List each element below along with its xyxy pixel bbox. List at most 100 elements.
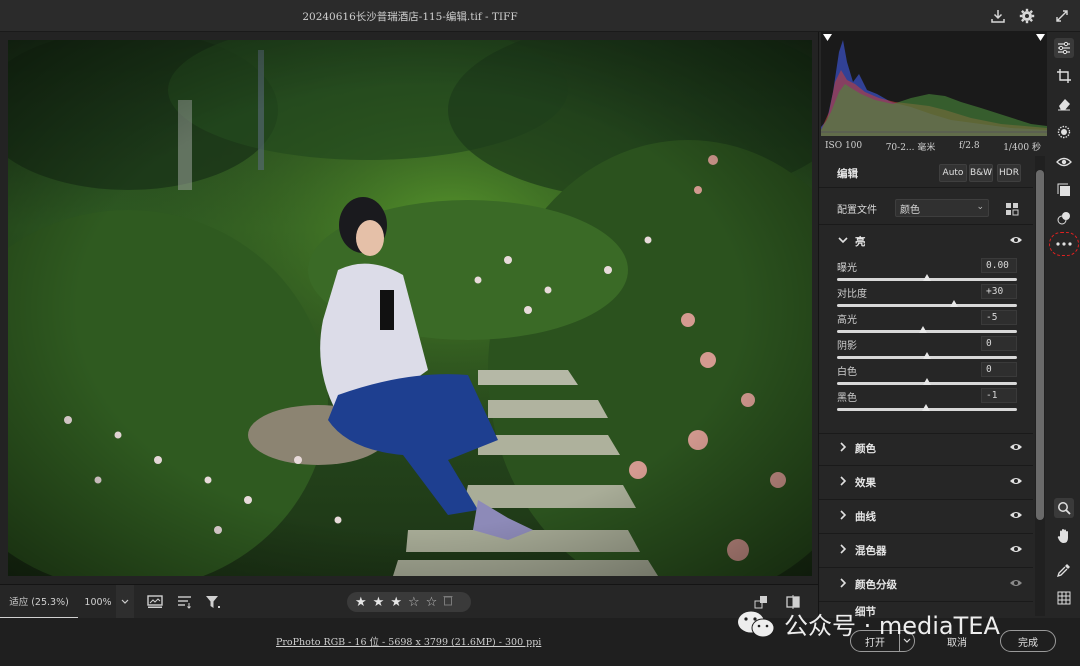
- slider-label: 黑色: [837, 393, 857, 404]
- camera-info: ISO 100 70-2... 毫米 f/2.8 1/400 秒: [819, 136, 1047, 156]
- zoom-fit-button[interactable]: 适应 (25.3%): [0, 585, 78, 619]
- slider-value-input[interactable]: -1: [981, 388, 1017, 403]
- section-curve[interactable]: 曲线: [819, 500, 1033, 534]
- highlights-slider[interactable]: 高光 -5: [837, 310, 1017, 337]
- slider-value-input[interactable]: 0: [981, 336, 1017, 351]
- gear-icon[interactable]: [1017, 6, 1037, 26]
- eye-icon[interactable]: [1009, 442, 1023, 452]
- slider-value-input[interactable]: 0.00: [981, 258, 1017, 273]
- trash-icon[interactable]: [443, 594, 453, 610]
- star-2[interactable]: ★: [373, 595, 385, 610]
- chevron-down-icon: [121, 599, 129, 604]
- section-effects[interactable]: 效果: [819, 466, 1033, 500]
- section-label: 颜色分级: [855, 579, 897, 591]
- canvas-toolbar: 适应 (25.3%) 100% ★ ★ ★ ☆ ☆: [0, 584, 818, 619]
- zoom-100-button[interactable]: 100%: [80, 585, 116, 619]
- section-label: 曲线: [855, 511, 876, 523]
- wechat-icon: [738, 611, 775, 637]
- contrast-slider[interactable]: 对比度 +30: [837, 284, 1017, 311]
- zoom-dropdown[interactable]: [116, 585, 134, 619]
- exposure-slider[interactable]: 曝光 0.00: [837, 258, 1017, 285]
- slider-thumb[interactable]: [918, 326, 927, 333]
- iso-value: ISO 100: [825, 141, 863, 151]
- eye-icon[interactable]: [1009, 476, 1023, 486]
- star-rating[interactable]: ★ ★ ★ ☆ ☆: [347, 592, 471, 612]
- eye-icon[interactable]: [1009, 578, 1023, 588]
- section-color[interactable]: 颜色: [819, 432, 1033, 466]
- slider-label: 阴影: [837, 341, 857, 352]
- slider-label: 曝光: [837, 263, 857, 274]
- slider-thumb[interactable]: [923, 378, 931, 385]
- image-canvas[interactable]: [0, 32, 818, 584]
- slider-thumb[interactable]: [922, 404, 931, 411]
- filmstrip-icon[interactable]: [146, 593, 164, 611]
- slider-value-input[interactable]: 0: [981, 362, 1017, 377]
- zoom-icon[interactable]: [1054, 498, 1074, 518]
- slider-thumb[interactable]: [923, 274, 931, 281]
- lens-value: 70-2... 毫米: [885, 142, 936, 153]
- auto-button[interactable]: Auto: [939, 164, 967, 182]
- scrollbar-thumb[interactable]: [1036, 170, 1044, 520]
- eye-icon[interactable]: [1009, 510, 1023, 520]
- histogram[interactable]: [821, 32, 1047, 136]
- profile-browser-icon[interactable]: [1005, 202, 1019, 216]
- star-5[interactable]: ☆: [426, 595, 438, 610]
- snapshots-icon[interactable]: [1054, 208, 1074, 228]
- slider-thumb[interactable]: [923, 352, 931, 359]
- star-4[interactable]: ☆: [408, 595, 420, 610]
- slider-thumb[interactable]: [950, 300, 958, 307]
- shadows-slider[interactable]: 阴影 0: [837, 336, 1017, 363]
- photo-preview[interactable]: [8, 40, 812, 576]
- section-label: 混色器: [855, 545, 887, 557]
- edit-label: 编辑: [837, 168, 858, 180]
- edit-header: 编辑 Auto B&W HDR: [819, 158, 1033, 188]
- slider-value-input[interactable]: -5: [981, 310, 1017, 325]
- workflow-options-link[interactable]: ProPhoto RGB - 16 位 - 5698 x 3799 (21.6M…: [276, 634, 541, 648]
- chevron-right-icon: [840, 476, 847, 486]
- section-color-grading[interactable]: 颜色分级: [819, 568, 1033, 602]
- star-1[interactable]: ★: [355, 595, 367, 610]
- eye-icon[interactable]: [1009, 235, 1023, 245]
- slider-label: 高光: [837, 315, 857, 326]
- window-title: 20240616长沙普瑞酒店-115-编辑.tif - TIFF: [302, 11, 518, 23]
- star-3[interactable]: ★: [390, 595, 402, 610]
- slider-label: 对比度: [837, 289, 867, 300]
- section-label: 颜色: [855, 443, 876, 455]
- profile-select[interactable]: 颜色 ⌄: [895, 199, 989, 217]
- section-label: 效果: [855, 477, 876, 489]
- blacks-slider[interactable]: 黑色 -1: [837, 388, 1017, 415]
- hdr-button[interactable]: HDR: [997, 164, 1021, 182]
- chevron-right-icon: [840, 578, 847, 588]
- filter-icon[interactable]: [204, 593, 222, 611]
- sort-icon[interactable]: [176, 593, 194, 611]
- mask-icon[interactable]: [1054, 122, 1074, 142]
- slider-track[interactable]: [837, 304, 1017, 307]
- hand-icon[interactable]: [1054, 526, 1074, 546]
- edit-panel: ISO 100 70-2... 毫米 f/2.8 1/400 秒 编辑 Auto…: [818, 32, 1048, 618]
- more-icon[interactable]: [1054, 234, 1074, 254]
- aperture-value: f/2.8: [958, 141, 980, 151]
- light-label[interactable]: 亮: [855, 234, 866, 249]
- edit-sliders-icon[interactable]: [1054, 38, 1074, 58]
- chevron-down-icon[interactable]: [837, 234, 849, 246]
- section-mixer[interactable]: 混色器: [819, 534, 1033, 568]
- red-eye-icon[interactable]: [1054, 152, 1074, 172]
- tool-strip: [1048, 32, 1080, 618]
- eyedropper-icon[interactable]: [1054, 560, 1074, 580]
- eraser-icon[interactable]: [1054, 94, 1074, 114]
- crop-icon[interactable]: [1054, 66, 1074, 86]
- eye-icon[interactable]: [1009, 544, 1023, 554]
- fullscreen-icon[interactable]: [1052, 6, 1072, 26]
- save-icon[interactable]: [988, 6, 1008, 26]
- done-button[interactable]: 完成: [1000, 630, 1056, 652]
- whites-slider[interactable]: 白色 0: [837, 362, 1017, 389]
- title-bar: 20240616长沙普瑞酒店-115-编辑.tif - TIFF: [0, 0, 1080, 32]
- slider-track[interactable]: [837, 330, 1017, 333]
- presets-icon[interactable]: [1054, 180, 1074, 200]
- profile-value: 颜色: [900, 204, 920, 216]
- grid-icon[interactable]: [1054, 588, 1074, 608]
- chevron-right-icon: [840, 510, 847, 520]
- bw-button[interactable]: B&W: [969, 164, 993, 182]
- slider-value-input[interactable]: +30: [981, 284, 1017, 299]
- light-section: 亮 曝光 0.00 对比度 +30 高光 -5 阴影 0 白色 0 黑色 -1: [819, 224, 1033, 434]
